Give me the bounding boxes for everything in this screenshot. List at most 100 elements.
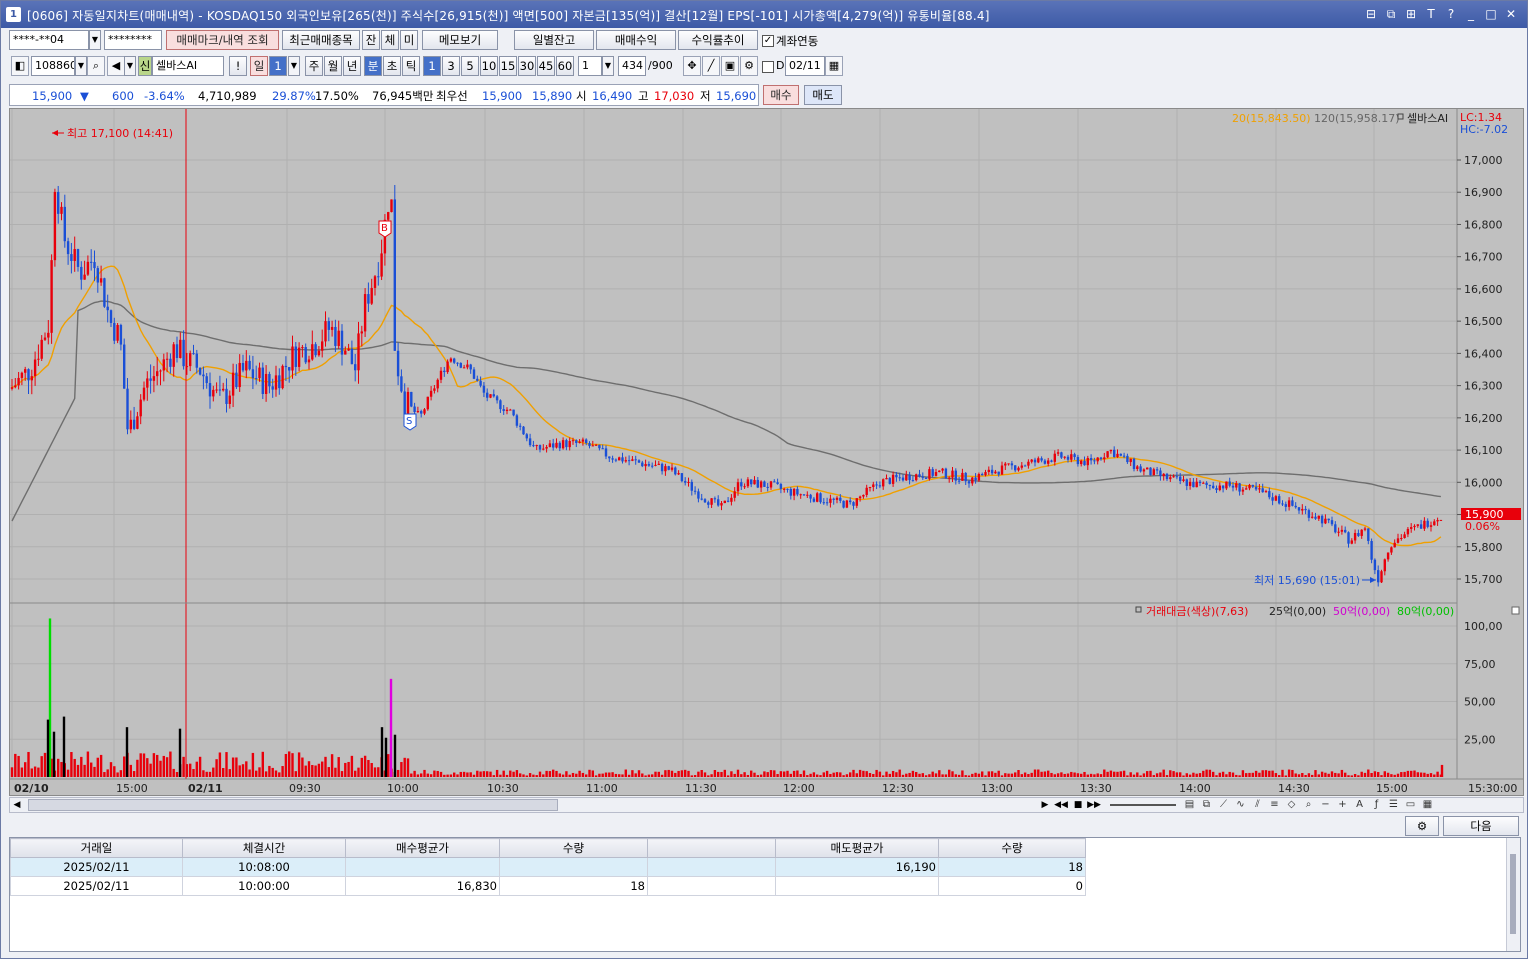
bar-count-field[interactable]: 434 [618, 56, 646, 76]
profit-trend-button[interactable]: 수익률추이 [678, 30, 758, 50]
period-minute-button[interactable]: 분 [364, 56, 382, 76]
play-icon[interactable]: ▶▶ [1087, 798, 1101, 812]
settings-icon[interactable]: ⚙ [1405, 816, 1439, 836]
scroll-left-icon[interactable]: ◀ [10, 798, 24, 812]
daily-balance-button[interactable]: 일별잔고 [514, 30, 594, 50]
zoom-out-icon[interactable]: − [1318, 798, 1333, 812]
candle-body [281, 365, 284, 389]
col-sell-qty[interactable]: 수량 [938, 838, 1086, 858]
close-button[interactable]: ✕ [1503, 5, 1519, 23]
tab-unexecuted[interactable]: 미 [400, 30, 418, 50]
wave-tool-icon[interactable]: ∿ [1233, 798, 1248, 812]
interval-10-button[interactable]: 10 [480, 56, 498, 76]
trade-profit-button[interactable]: 매매수익 [596, 30, 676, 50]
text-icon[interactable]: T [1423, 5, 1439, 23]
account-link-checkbox[interactable]: ✓ [762, 35, 774, 47]
account-dropdown-icon[interactable]: ▼ [89, 30, 101, 50]
stock-name-field[interactable]: 셀바스AI [152, 56, 224, 76]
trend-tool-icon[interactable]: ⟋ [1216, 798, 1231, 812]
crosshair-icon[interactable]: ✥ [683, 56, 701, 76]
col-sell-avg[interactable]: 매도평균가 [775, 838, 939, 858]
candle-body [192, 353, 195, 355]
stock-code-dropdown-icon[interactable]: ▼ [75, 56, 87, 76]
tab-executed[interactable]: 체 [381, 30, 399, 50]
period-year-button[interactable]: 년 [343, 56, 361, 76]
scroll-right-icon[interactable]: ▶ [1038, 798, 1052, 812]
period-tick-button[interactable]: 틱 [402, 56, 420, 76]
fib-tool-icon[interactable]: ≡ [1267, 798, 1282, 812]
interval-60-button[interactable]: 60 [556, 56, 574, 76]
col-trade-date[interactable]: 거래일 [10, 838, 183, 858]
table-row[interactable]: 2025/02/11 10:08:00 16,190 18 [10, 857, 1086, 877]
candlestick-chart[interactable]: 17,000 16,900 16,800 16,700 16,600 16,500 16,4… [9, 108, 1524, 796]
chart-config-icon[interactable]: ◧ [11, 56, 29, 76]
table-scrollbar[interactable] [1506, 838, 1520, 951]
d-checkbox[interactable] [762, 61, 774, 73]
rewind-icon[interactable]: ◀◀ [1054, 798, 1068, 812]
tab-balance[interactable]: 잔 [362, 30, 380, 50]
scroll-thumb[interactable] [28, 799, 558, 811]
layout-icon[interactable]: ⊟ [1363, 5, 1379, 23]
restore-layout-icon[interactable]: ⧉ [1383, 5, 1399, 23]
sell-button[interactable]: 매도 [804, 85, 842, 105]
draw-tool-icon[interactable]: ╱ [702, 56, 720, 76]
interval-5-button[interactable]: 5 [461, 56, 479, 76]
copy-tool-icon[interactable]: ⧉ [1199, 798, 1214, 812]
period-week-button[interactable]: 주 [305, 56, 323, 76]
stock-code-input[interactable]: 108860 [31, 56, 75, 76]
channel-tool-icon[interactable]: ⫽ [1250, 798, 1265, 812]
zoom-in-icon[interactable]: + [1335, 798, 1350, 812]
password-field[interactable]: ******** [104, 30, 162, 50]
volume-bar [106, 769, 109, 777]
interval-30-button[interactable]: 30 [518, 56, 536, 76]
period-month-button[interactable]: 월 [324, 56, 342, 76]
col-buy-qty[interactable]: 수량 [499, 838, 648, 858]
app-icon[interactable]: 1 [6, 7, 21, 22]
window-tool-icon[interactable]: ▭ [1403, 798, 1418, 812]
stop-icon[interactable]: ■ [1071, 798, 1085, 812]
table-row[interactable]: 2025/02/11 10:00:00 16,830 18 0 [10, 876, 1086, 896]
interval-1-button[interactable]: 1 [423, 56, 441, 76]
trade-mark-query-button[interactable]: 매매마크/내역 조회 [166, 30, 279, 50]
interval-45-button[interactable]: 45 [537, 56, 555, 76]
interval-custom-dropdown-icon[interactable]: ▼ [602, 56, 614, 76]
chart-canvas[interactable]: 17,000 16,900 16,800 16,700 16,600 16,500 16,4… [10, 109, 1523, 795]
recent-trades-button[interactable]: 최근매매종목 [282, 30, 360, 50]
speaker-icon[interactable]: ◀ [107, 56, 125, 76]
interval-15-button[interactable]: 15 [499, 56, 517, 76]
interval-3-button[interactable]: 3 [442, 56, 460, 76]
period-day-button[interactable]: 일 [250, 56, 268, 76]
maximize-button[interactable]: □ [1483, 5, 1499, 23]
period-num-dropdown-icon[interactable]: ▼ [288, 56, 300, 76]
table-scroll-thumb[interactable] [1510, 854, 1516, 934]
memo-button[interactable]: 메모보기 [422, 30, 498, 50]
zoom-slider[interactable] [1110, 804, 1176, 806]
search-icon[interactable]: ⌕ [87, 56, 105, 76]
zoom-tool-icon[interactable]: ⌕ [1301, 798, 1316, 812]
date-field[interactable]: 02/11 [785, 56, 825, 76]
warning-icon[interactable]: ! [229, 56, 247, 76]
minimize-button[interactable]: _ [1463, 5, 1479, 23]
list-tool-icon[interactable]: ☰ [1386, 798, 1401, 812]
speaker-dropdown-icon[interactable]: ▼ [124, 56, 136, 76]
pin-icon[interactable]: ⊞ [1403, 5, 1419, 23]
save-icon[interactable]: ▣ [721, 56, 739, 76]
period-second-button[interactable]: 초 [383, 56, 401, 76]
text-tool-icon[interactable]: A [1352, 798, 1367, 812]
grid-tool-icon[interactable]: ▦ [1420, 798, 1435, 812]
col-empty[interactable] [647, 838, 776, 858]
account-field[interactable]: ****-**04 [9, 30, 89, 50]
help-icon[interactable]: ? [1443, 5, 1459, 23]
shape-tool-icon[interactable]: ◇ [1284, 798, 1299, 812]
layout-tool-icon[interactable]: ▤ [1182, 798, 1197, 812]
period-num-field[interactable]: 1 [269, 56, 287, 76]
interval-custom-field[interactable]: 1 [578, 56, 602, 76]
buy-button[interactable]: 매수 [763, 85, 799, 105]
col-exec-time[interactable]: 체결시간 [182, 838, 346, 858]
chart-scrollbar[interactable]: ◀ ▶ ◀◀ ■ ▶▶ ▤ ⧉ ⟋ ∿ ⫽ ≡ ◇ ⌕ − + A ƒ ☰ ▭ … [9, 797, 1524, 813]
fx-tool-icon[interactable]: ƒ [1369, 798, 1384, 812]
col-buy-avg[interactable]: 매수평균가 [345, 838, 500, 858]
gear-icon[interactable]: ⚙ [740, 56, 758, 76]
calendar-icon[interactable]: ▦ [825, 56, 843, 76]
next-button[interactable]: 다음 [1443, 816, 1519, 836]
